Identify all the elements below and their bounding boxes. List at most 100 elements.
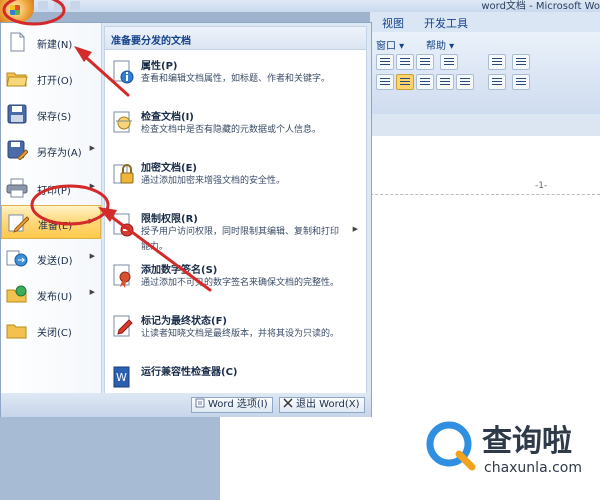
menu-item-print[interactable]: 打印(P) ▶	[1, 171, 101, 205]
submenu-arrow-icon: ▶	[89, 182, 95, 190]
submenu-item-title: 加密文档(E)	[141, 163, 197, 174]
inspect-document-icon	[113, 111, 132, 133]
office-logo-icon	[10, 5, 20, 15]
exit-x-icon	[283, 398, 293, 408]
ribbon: 窗口 ▾ 帮助 ▾	[370, 32, 600, 115]
submenu-item-title: 属性(P)	[141, 61, 178, 72]
menu-item-label: 打印(P)	[37, 186, 71, 197]
styles-button[interactable]	[440, 54, 458, 70]
submenu-item-desc: 授予用户访问权限，同时限制其编辑、复制和打印能力。	[141, 227, 340, 252]
svg-text:W: W	[116, 371, 127, 384]
prepare-submenu: 准备要分发的文档 属性(P) 查看和编辑文档属性，如标题、作者和关键字。 检查文…	[104, 26, 367, 404]
menu-item-label: 新建(N)	[37, 40, 73, 51]
indent-button[interactable]	[416, 54, 434, 70]
page-number: -1-	[535, 181, 548, 191]
office-button[interactable]	[0, 0, 34, 22]
submenu-item-title: 标记为最终状态(F)	[141, 316, 227, 327]
save-disk-icon	[7, 104, 27, 124]
printer-icon	[6, 178, 28, 198]
word-options-button[interactable]: Word 选项(I)	[191, 397, 273, 413]
find-button[interactable]	[488, 54, 506, 70]
submenu-arrow-icon: ▶	[89, 252, 95, 260]
menu-item-open[interactable]: 打开(O)	[1, 61, 101, 95]
compatibility-checker-icon: W	[113, 366, 130, 388]
menu-bottom-bar: Word 选项(I) 退出 Word(X)	[1, 393, 371, 417]
quick-access-redo-icon[interactable]	[70, 1, 80, 10]
exit-word-button[interactable]: 退出 Word(X)	[279, 397, 365, 413]
submenu-item-restrict[interactable]: 限制权限(R) 授予用户访问权限，同时限制其编辑、复制和打印能力。 ▶	[105, 210, 366, 260]
help-group-label: 帮助	[426, 41, 446, 52]
document-page-lower[interactable]	[220, 415, 370, 500]
office-menu-commands: 新建(N) 打开(O) 保存(S) 另存为(A) ▶ 打印(P) ▶ 准备(E)…	[1, 23, 102, 393]
word-options-label: Word 选项(I)	[208, 399, 268, 410]
tab-developer[interactable]: 开发工具	[424, 15, 468, 31]
submenu-arrow-icon: ▶	[89, 288, 95, 296]
menu-item-new[interactable]: 新建(N)	[1, 25, 101, 59]
send-icon	[6, 250, 28, 267]
open-folder-icon	[6, 72, 28, 87]
page-separator	[370, 194, 600, 196]
submenu-item-desc: 让读者知晓文档是最终版本，并将其设为只读的。	[141, 329, 340, 339]
submenu-item-title: 添加数字签名(S)	[141, 265, 218, 276]
align-right-button[interactable]	[416, 74, 434, 90]
window-title: word文档 - Microsoft Wo	[481, 1, 600, 12]
ruler	[370, 114, 600, 137]
new-document-icon	[10, 32, 25, 52]
submenu-item-desc: 通过添加加密来增强文档的安全性。	[141, 176, 286, 186]
menu-item-close[interactable]: 关闭(C)	[1, 313, 101, 347]
menu-item-label: 发布(U)	[37, 292, 73, 303]
properties-icon	[113, 60, 134, 84]
zoom-button[interactable]	[512, 54, 530, 70]
submenu-item-mark-final[interactable]: 标记为最终状态(F) 让读者知晓文档是最终版本，并将其设为只读的。	[105, 312, 366, 362]
menu-item-label: 另存为(A)	[37, 148, 82, 159]
menu-item-prepare[interactable]: 准备(E) ▶	[1, 205, 101, 239]
align-center-button[interactable]	[396, 74, 414, 90]
submenu-item-encrypt[interactable]: 加密文档(E) 通过添加加密来增强文档的安全性。	[105, 159, 366, 209]
prepare-icon	[8, 214, 29, 233]
submenu-arrow-icon: ▶	[89, 144, 95, 152]
menu-item-label: 关闭(C)	[37, 328, 72, 339]
menu-item-save-as[interactable]: 另存为(A) ▶	[1, 133, 101, 167]
title-bar: word文档 - Microsoft Wo	[0, 0, 600, 12]
mark-final-icon	[113, 315, 133, 337]
submenu-item-title: 检查文档(I)	[141, 112, 194, 123]
options-icon	[195, 398, 205, 408]
quick-access-undo-icon[interactable]	[54, 1, 64, 10]
list-numbers-button[interactable]	[512, 74, 530, 90]
submenu-item-title: 运行兼容性检查器(C)	[141, 367, 238, 378]
publish-icon	[6, 285, 27, 303]
watermark-url: chaxunla.com	[484, 460, 582, 476]
menu-item-send[interactable]: 发送(D) ▶	[1, 241, 101, 275]
encrypt-lock-icon	[113, 164, 134, 184]
submenu-arrow-icon: ▶	[88, 217, 94, 225]
ribbon-tabs: 视图 开发工具	[370, 12, 600, 33]
window-group[interactable]: 窗口 ▾	[376, 37, 404, 52]
submenu-arrow-icon: ▶	[352, 225, 358, 233]
align-left-button[interactable]	[376, 74, 394, 90]
watermark-logo-icon	[426, 421, 476, 471]
submenu-item-properties[interactable]: 属性(P) 查看和编辑文档属性，如标题、作者和关键字。	[105, 57, 366, 107]
submenu-item-desc: 通过添加不可见的数字签名来确保文档的完整性。	[141, 278, 340, 288]
workspace-background	[0, 415, 220, 500]
menu-item-label: 打开(O)	[37, 76, 73, 87]
numbering-button[interactable]	[396, 54, 414, 70]
submenu-item-signature[interactable]: 添加数字签名(S) 通过添加不可见的数字签名来确保文档的完整性。	[105, 261, 366, 311]
line-spacing-button[interactable]	[456, 74, 474, 90]
submenu-header: 准备要分发的文档	[105, 27, 366, 50]
justify-button[interactable]	[436, 74, 454, 90]
watermark-text: 查询啦	[482, 424, 572, 459]
exit-word-label: 退出 Word(X)	[296, 399, 360, 410]
tab-view[interactable]: 视图	[382, 15, 404, 31]
close-folder-icon	[6, 324, 27, 339]
submenu-item-desc: 查看和编辑文档属性，如标题、作者和关键字。	[141, 74, 331, 84]
restrict-permission-icon	[113, 213, 134, 237]
list-bullets-button[interactable]	[488, 74, 506, 90]
menu-item-publish[interactable]: 发布(U) ▶	[1, 277, 101, 311]
submenu-item-inspect[interactable]: 检查文档(I) 检查文档中是否有隐藏的元数据或个人信息。	[105, 108, 366, 158]
bullets-button[interactable]	[376, 54, 394, 70]
quick-access-save-icon[interactable]	[38, 1, 48, 10]
help-group[interactable]: 帮助 ▾	[426, 37, 454, 52]
menu-item-save[interactable]: 保存(S)	[1, 97, 101, 131]
save-as-icon	[7, 140, 28, 160]
submenu-item-desc: 检查文档中是否有隐藏的元数据或个人信息。	[141, 125, 322, 135]
